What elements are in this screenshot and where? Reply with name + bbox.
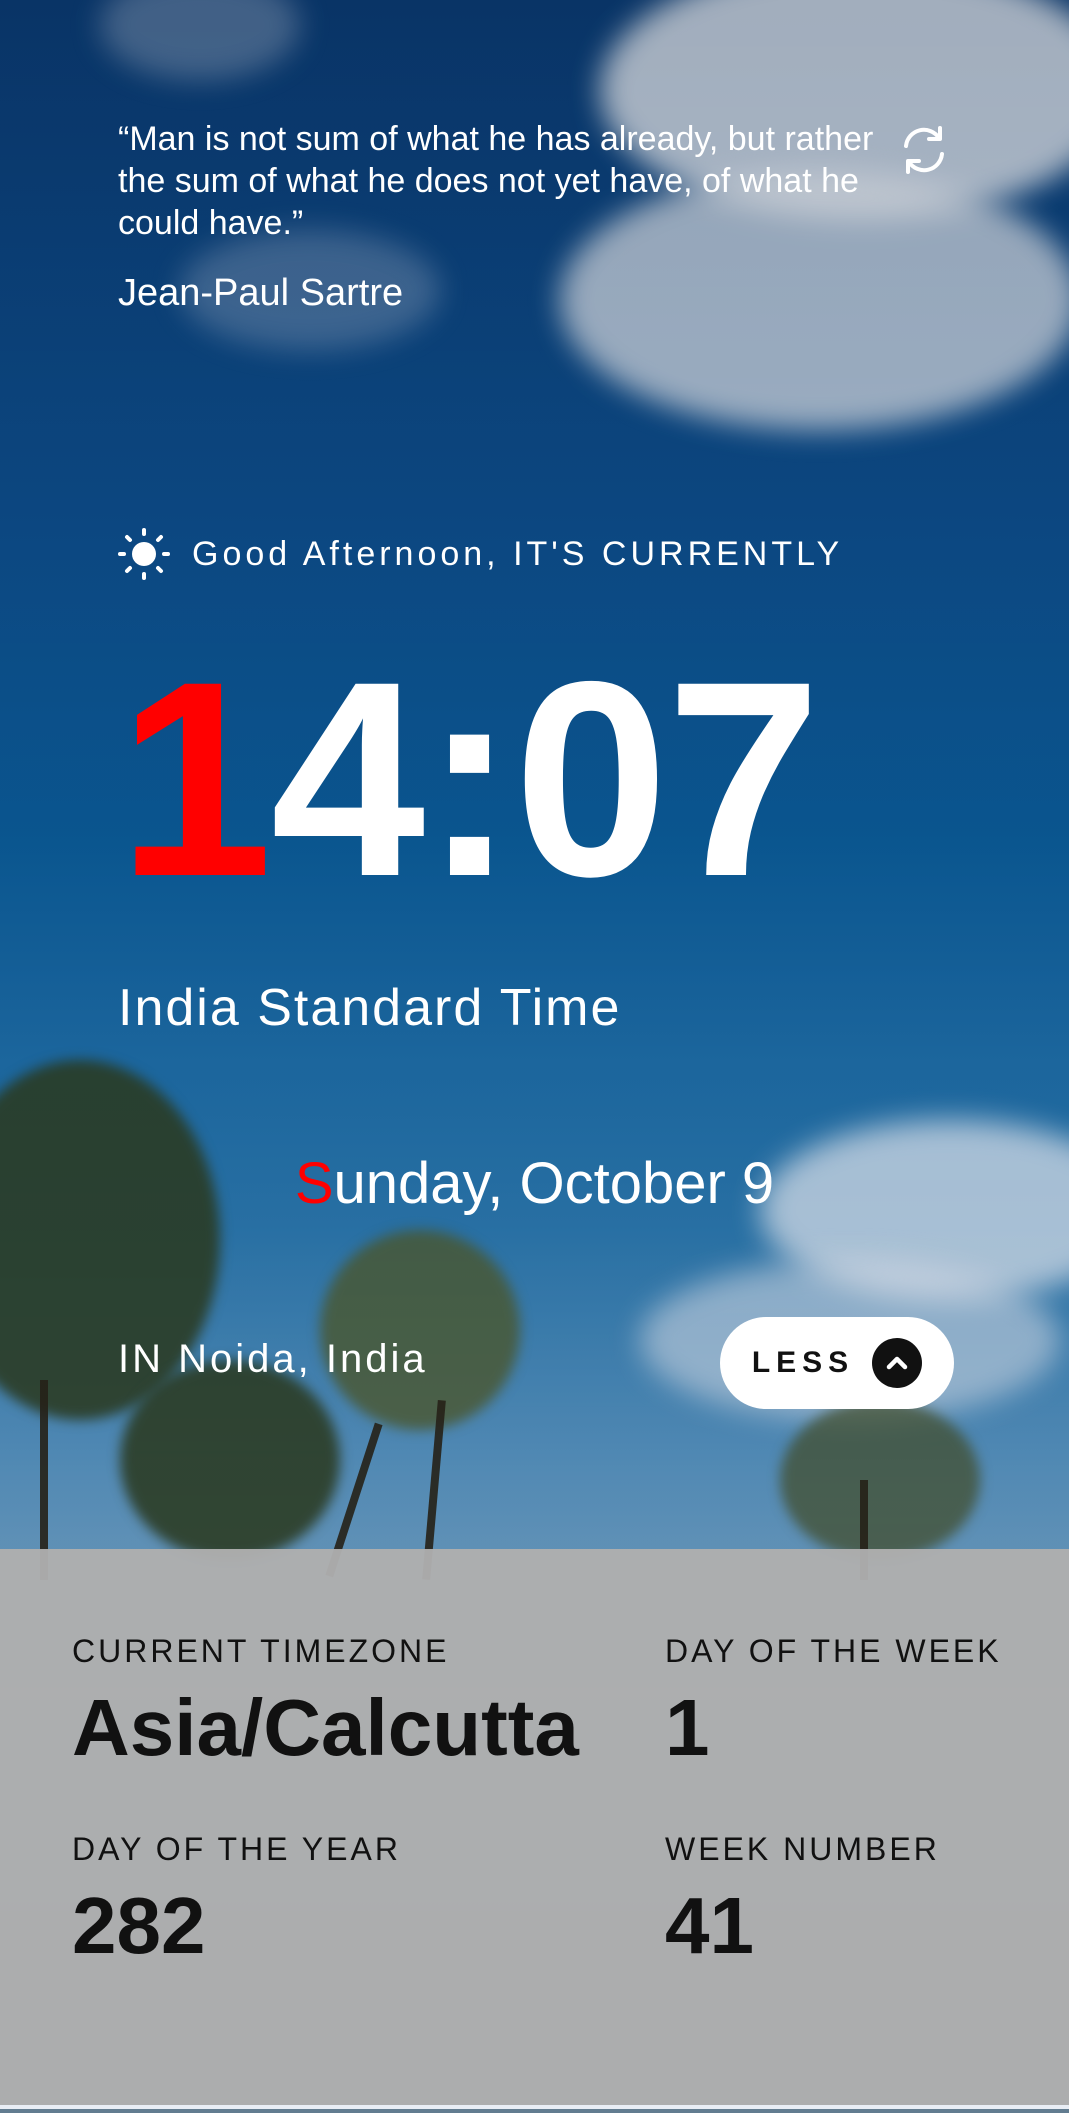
quote-author: Jean-Paul Sartre [118, 272, 404, 314]
location: IN Noida, India [118, 1337, 428, 1381]
less-label: LESS [751, 1346, 855, 1379]
day-of-year-value: 282 [72, 1881, 206, 1970]
day-of-week-item: DAY OF THE WEEK 1 [665, 1633, 1002, 1768]
less-toggle-button[interactable]: LESS [720, 1317, 954, 1409]
quote-block: “Man is not sum of what he has already, … [118, 118, 878, 315]
greeting-text: Good Afternoon, IT'S CURRENTLY [192, 534, 844, 573]
details-panel: CURRENT TIMEZONE Asia/Calcutta DAY OF TH… [0, 1549, 1069, 2109]
day-of-week-value: 1 [665, 1683, 710, 1772]
day-of-year-label: DAY OF THE YEAR [72, 1831, 401, 1867]
refresh-quote-button[interactable] [898, 124, 950, 176]
chevron-up-icon [872, 1338, 923, 1388]
current-time: 14:07 [118, 640, 821, 918]
current-timezone-item: CURRENT TIMEZONE Asia/Calcutta [72, 1633, 579, 1768]
day-of-week-label: DAY OF THE WEEK [665, 1633, 1002, 1669]
greeting: Good Afternoon, IT'S CURRENTLY [118, 528, 843, 580]
time-first-digit: 1 [118, 623, 273, 934]
sun-icon [118, 528, 170, 580]
time-rest: 4:07 [270, 623, 821, 934]
divider [0, 2105, 1069, 2109]
day-of-year-item: DAY OF THE YEAR 282 [72, 1831, 401, 1966]
week-number-item: WEEK NUMBER 41 [665, 1831, 940, 1966]
current-timezone-label: CURRENT TIMEZONE [72, 1633, 450, 1669]
week-number-label: WEEK NUMBER [665, 1831, 940, 1867]
clock-app-screen: “Man is not sum of what he has already, … [0, 0, 1069, 2113]
timezone-name: India Standard Time [118, 979, 622, 1037]
date-rest: unday, October 9 [333, 1151, 775, 1216]
refresh-icon [904, 126, 944, 174]
current-date: Sunday, October 9 [0, 1150, 1069, 1217]
date-first-letter: S [294, 1151, 334, 1216]
week-number-value: 41 [665, 1881, 754, 1970]
quote-text: “Man is not sum of what he has already, … [118, 120, 874, 242]
current-timezone-value: Asia/Calcutta [72, 1683, 579, 1772]
